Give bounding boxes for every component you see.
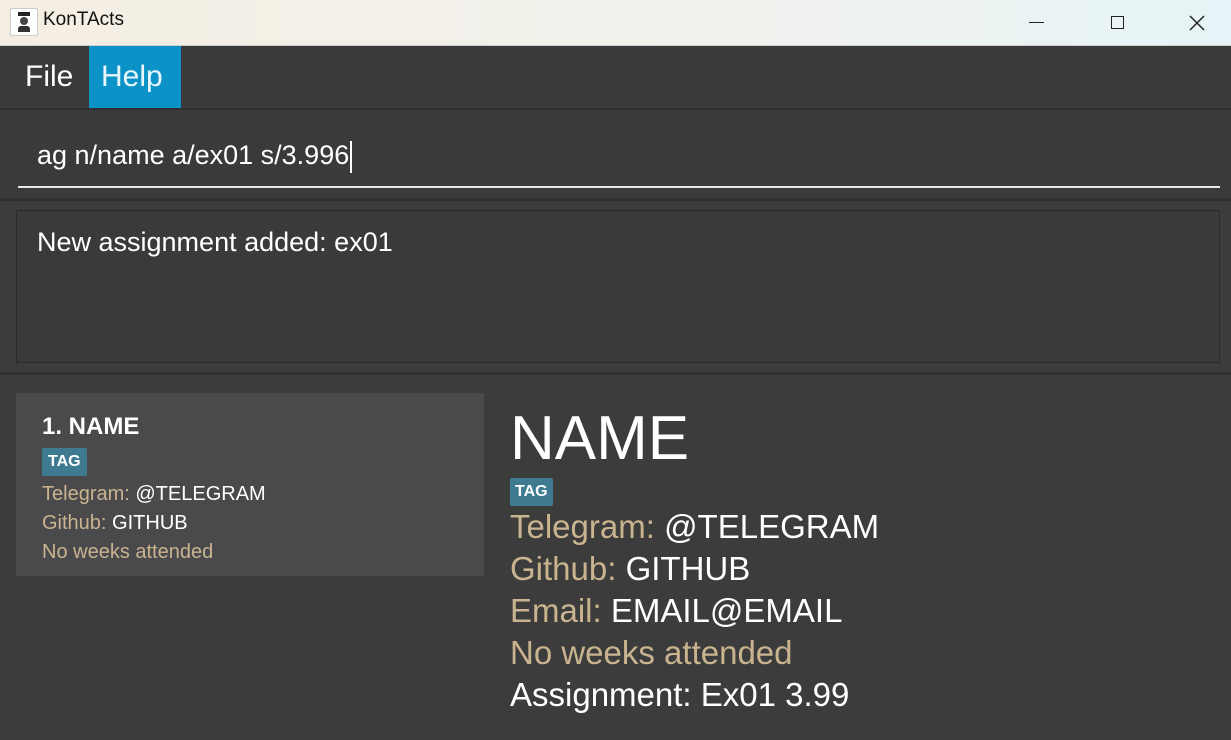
close-button[interactable]	[1157, 0, 1231, 45]
detail-telegram-value: @TELEGRAM	[664, 508, 880, 545]
person-card-weeks: No weeks attended	[42, 541, 214, 563]
maximize-icon	[1110, 16, 1124, 29]
command-input[interactable]: ag n/name a/ex01 s/3.996	[18, 132, 1220, 188]
detail-telegram-label: Telegram:	[510, 508, 655, 545]
command-box: ag n/name a/ex01 s/3.996	[0, 110, 1231, 201]
minimize-icon	[1028, 21, 1044, 24]
person-card-name: 1. NAME	[42, 413, 140, 440]
maximize-button[interactable]	[1077, 0, 1157, 45]
command-text: ag n/name a/ex01 s/3.996	[37, 140, 350, 170]
person-card-tag: TAG	[42, 448, 87, 476]
divider	[0, 372, 1231, 375]
detail-telegram: Telegram: @TELEGRAM	[510, 508, 879, 546]
window-title: KonTActs	[43, 9, 124, 30]
menu-help[interactable]: Help	[89, 46, 181, 108]
detail-email: Email: EMAIL@EMAIL	[510, 592, 842, 630]
detail-email-value: EMAIL@EMAIL	[610, 592, 843, 629]
detail-github: Github: GITHUB	[510, 550, 750, 588]
telegram-label: Telegram:	[42, 483, 130, 505]
github-value: GITHUB	[112, 512, 188, 534]
detail-assignment-label: Assignment:	[510, 676, 692, 713]
detail-github-value: GITHUB	[625, 550, 751, 587]
minimize-button[interactable]	[996, 0, 1076, 45]
detail-tag: TAG	[510, 478, 553, 506]
github-label: Github:	[42, 512, 107, 534]
title-bar: KonTActs	[0, 0, 1231, 46]
person-card-telegram: Telegram: @TELEGRAM	[42, 483, 266, 506]
detail-name: NAME	[510, 404, 690, 473]
person-card[interactable]: 1. NAME TAG Telegram: @TELEGRAM Github: …	[16, 393, 484, 576]
detail-assignment: Assignment: Ex01 3.99	[510, 676, 849, 714]
result-message: New assignment added: ex01	[37, 227, 393, 257]
telegram-value: @TELEGRAM	[135, 483, 266, 505]
detail-weeks: No weeks attended	[510, 634, 793, 671]
menu-bar: File Help	[0, 46, 1231, 110]
graduate-icon	[10, 8, 38, 36]
result-display[interactable]: New assignment added: ex01	[16, 210, 1220, 363]
close-icon	[1189, 14, 1205, 31]
detail-assignment-value: Ex01 3.99	[700, 676, 850, 713]
text-caret	[350, 140, 353, 173]
person-card-github: Github: GITHUB	[42, 512, 188, 535]
detail-email-label: Email:	[510, 592, 602, 629]
menu-file[interactable]: File	[13, 46, 85, 108]
detail-github-label: Github:	[510, 550, 617, 587]
